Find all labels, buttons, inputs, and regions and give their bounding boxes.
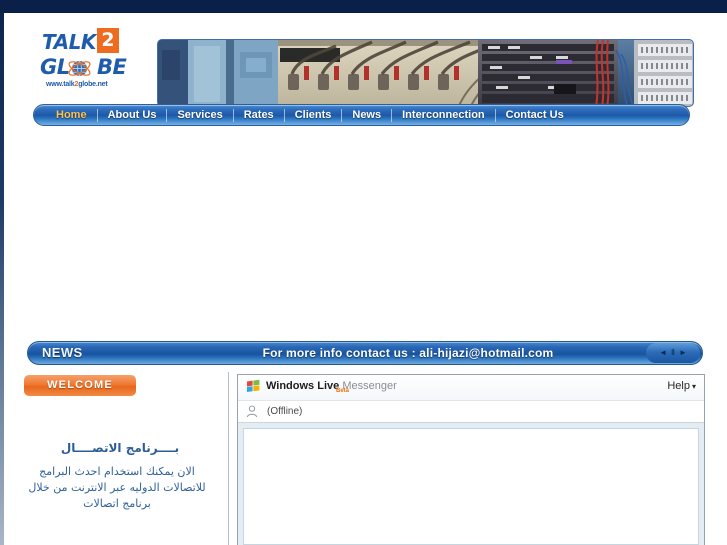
header-banner-image	[157, 39, 694, 107]
top-accent-bar	[0, 0, 727, 13]
messenger-brand: Windows Live Messenger	[246, 379, 397, 393]
news-ticker-message: For more info contact us : ali-hijazi@ho…	[262, 346, 554, 360]
welcome-badge: WELCOME	[24, 375, 136, 396]
nav-item-clients[interactable]: Clients	[285, 109, 342, 121]
messenger-status-row: (Offline)	[238, 401, 704, 423]
logo-text-be: BE	[97, 55, 127, 79]
logo-row-bottom: GL BE	[40, 54, 136, 81]
messenger-brand-light: Messenger	[342, 380, 397, 392]
nav-item-about-us[interactable]: About Us	[98, 109, 167, 121]
news-ticker-controls[interactable]: ◄ Ⅱ ►	[646, 343, 700, 363]
messenger-brand-text: Windows Live Messenger	[266, 380, 397, 392]
ticker-next-icon[interactable]: ►	[679, 349, 687, 357]
logo-url: www.talk2globe.net	[46, 81, 108, 88]
windows-logo-icon	[247, 379, 260, 393]
user-avatar-icon	[246, 405, 258, 418]
news-label: NEWS	[42, 345, 83, 360]
nav-item-news[interactable]: News	[342, 109, 391, 121]
news-ticker-bar: NEWS For more info contact us : ali-hija…	[27, 341, 703, 365]
ticker-pause-icon[interactable]: Ⅱ	[671, 349, 675, 357]
logo-url-rest: globe.net	[78, 81, 108, 88]
logo-url-www: www.talk	[46, 81, 75, 88]
main-content-blank-area	[4, 130, 727, 335]
logo-text-two: 2	[97, 28, 119, 53]
logo-row-top: TALK 2	[42, 28, 136, 55]
nav-item-contact-us[interactable]: Contact Us	[496, 109, 574, 121]
banner-artwork	[158, 40, 693, 106]
messenger-status-text: (Offline)	[267, 406, 303, 417]
logo-text-talk: TALK	[42, 30, 96, 54]
logo-text-gl: GL	[40, 55, 70, 79]
messenger-beta-badge: Beta	[336, 388, 350, 394]
help-label: Help	[667, 380, 690, 392]
arabic-body-text: الان يمكنك استخدام احدث البرامج للاتصالا…	[28, 465, 206, 510]
main-navigation[interactable]: Home About Us Services Rates Clients New…	[33, 104, 690, 126]
messenger-body	[238, 423, 704, 545]
nav-item-services[interactable]: Services	[167, 109, 232, 121]
globe-icon	[67, 57, 92, 80]
nav-item-home[interactable]: Home	[46, 109, 97, 121]
nav-item-interconnection[interactable]: Interconnection	[392, 109, 495, 121]
messenger-content-canvas[interactable]	[243, 428, 699, 545]
messenger-titlebar: Windows Live Messenger Beta Help ▾	[238, 375, 704, 401]
ticker-prev-icon[interactable]: ◄	[659, 349, 667, 357]
messenger-brand-bold: Windows Live	[266, 380, 340, 392]
site-logo[interactable]: TALK 2 GL BE www.talk2globe.net	[40, 28, 136, 93]
arabic-heading: بــــرنامج الاتصــــال	[60, 441, 180, 455]
site-header: TALK 2 GL BE www.talk2globe.net	[4, 13, 727, 107]
nav-item-rates[interactable]: Rates	[234, 109, 284, 121]
windows-live-messenger-panel: Windows Live Messenger Beta Help ▾ (Offli…	[237, 374, 705, 545]
column-divider	[228, 372, 229, 545]
chevron-down-icon: ▾	[691, 382, 696, 391]
messenger-help-menu[interactable]: Help ▾	[667, 380, 696, 392]
